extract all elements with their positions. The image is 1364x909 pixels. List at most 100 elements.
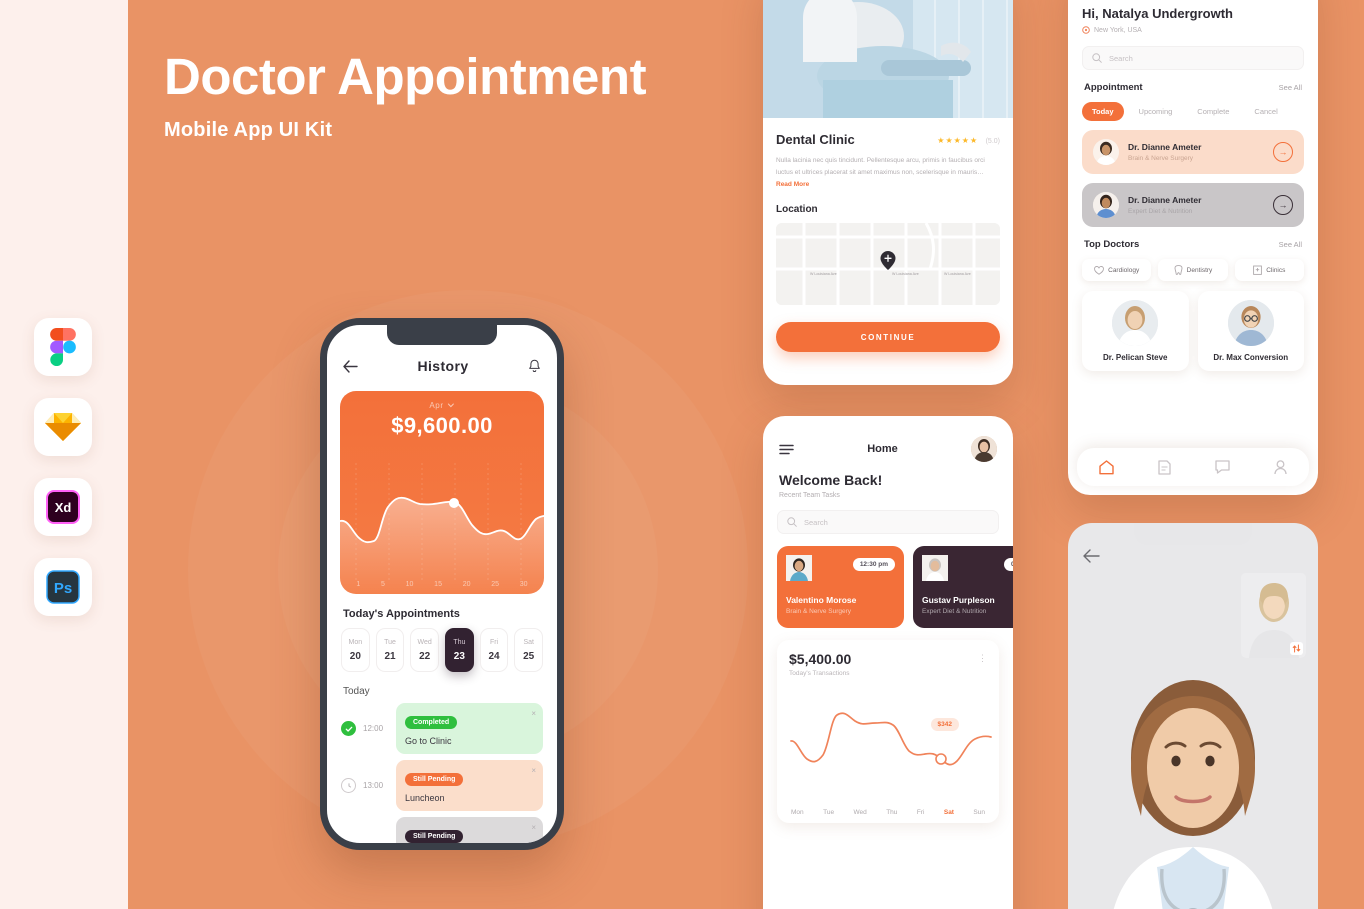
day-chip-tue[interactable]: Tue 21 [375,628,405,672]
task-icon-placeholder [341,833,356,844]
doctor-video-feed [1113,680,1273,909]
day-number: 25 [523,650,535,662]
category-label: Cardiology [1108,266,1140,274]
picture-in-picture-self-view[interactable] [1241,573,1306,658]
doctor-specialty: Expert Diet & Nutrition [922,608,987,615]
see-all-link[interactable]: See All [1279,83,1302,92]
x-tick: 5 [381,581,385,588]
day-chip-thu-selected[interactable]: Thu 23 [445,628,474,672]
clinic-description: Nulla lacinia nec quis tincidunt. Pellen… [776,155,1000,191]
tasks-title: Home [867,443,898,455]
back-arrow-icon[interactable] [343,359,358,373]
task-card-completed[interactable]: Completed Go to Clinic × [396,703,543,754]
location-text: New York, USA [1094,27,1142,34]
welcome-subtext: Recent Team Tasks [779,492,840,499]
task-card-muted[interactable]: Still Pending × [396,817,543,843]
continue-button[interactable]: CONTINUE [776,322,1000,353]
location-label: Location [776,204,818,216]
more-options-icon[interactable]: ⋮ [978,653,987,664]
top-doctors-section-header: Top Doctors See All [1068,239,1318,250]
category-chips: Cardiology Dentistry Clinics [1068,250,1318,281]
doctor-name: Dr. Dianne Ameter [1128,142,1202,152]
category-chip-dentistry[interactable]: Dentistry [1158,259,1228,281]
transactions-label: Today's Transactions [789,670,850,677]
search-input[interactable]: Search [777,510,999,534]
user-avatar[interactable] [971,436,997,462]
category-chip-cardiology[interactable]: Cardiology [1082,259,1152,281]
search-icon [1092,53,1102,63]
day-chip-mon[interactable]: Mon 20 [341,628,370,672]
phone-notch [1134,523,1252,545]
svg-text:Ps: Ps [54,580,72,597]
task-status-badge: Still Pending [405,773,464,786]
day-chip-sat[interactable]: Sat 25 [514,628,544,672]
top-doctor-card[interactable]: Dr. Max Conversion [1197,291,1304,371]
doctor-name: Valentino Morose [786,595,857,605]
day-name: Tue [384,638,396,646]
phone-notch [387,325,497,345]
doctor-specialty: Brain & Nerve Surgery [1128,155,1194,162]
tasks-header: Home [763,428,1013,470]
location-map[interactable]: W Louisiana Ave W Louisiana Ave W Louisi… [776,223,1000,306]
close-icon[interactable]: × [531,766,536,775]
bell-icon[interactable] [528,359,541,373]
figma-tool-card[interactable] [34,318,92,376]
photoshop-icon: Ps [46,570,80,604]
rating-block: ★★★★★ (5.0) [937,130,1000,148]
top-doctor-card[interactable]: Dr. Pelican Steve [1082,291,1189,371]
category-chip-clinics[interactable]: Clinics [1234,259,1304,281]
search-placeholder: Search [1109,53,1133,63]
profile-icon[interactable] [1274,459,1287,475]
top-doctors-list: Dr. Pelican Steve Dr. Max Conversion [1068,281,1318,371]
tab-cancel[interactable]: Cancel [1244,102,1287,121]
chat-icon[interactable] [1215,460,1230,474]
adobe-xd-tool-card[interactable]: Xd [34,478,92,536]
tooth-icon [1174,265,1183,275]
arrow-right-icon[interactable]: → [1273,142,1293,162]
transactions-card[interactable]: $5,400.00 Today's Transactions ⋮ $342 Mo… [777,640,999,823]
day-chip-wed[interactable]: Wed 22 [410,628,440,672]
x-tick: 15 [434,581,442,588]
history-chart-card[interactable]: Apr $9,600.00 1 5 10 15 20 25 30 [340,391,544,594]
sketch-icon [45,411,81,443]
tab-upcoming[interactable]: Upcoming [1129,102,1183,121]
day-chip-fri[interactable]: Fri 24 [479,628,509,672]
swap-camera-icon[interactable] [1290,642,1303,655]
task-row: 12:00 Completed Go to Clinic × [327,697,557,754]
arrow-right-icon[interactable]: → [1273,195,1293,215]
page-title: Doctor Appointment [164,48,647,105]
tab-today[interactable]: Today [1082,102,1124,121]
appointment-card[interactable]: Dr. Dianne Ameter Brain & Nerve Surgery … [1082,130,1304,174]
search-input[interactable]: Search [1082,46,1304,70]
appointment-card[interactable]: Dr. Dianne Ameter Expert Diet & Nutritio… [1082,183,1304,227]
home-icon[interactable] [1099,459,1114,475]
hamburger-menu-icon[interactable] [779,444,794,455]
see-all-link[interactable]: See All [1279,240,1302,249]
tool-icon-list: Xd Ps [34,318,92,616]
day-selector: Mon 20 Tue 21 Wed 22 Thu 23 Fri 24 Sat 2… [327,620,557,672]
sketch-tool-card[interactable] [34,398,92,456]
close-icon[interactable]: × [531,709,536,718]
adobe-xd-icon: Xd [46,490,80,524]
day-number: 23 [453,650,465,662]
map-pin-icon [1082,26,1090,35]
task-card-pending[interactable]: Still Pending Luncheon × [396,760,543,811]
appointment-info: Dr. Dianne Ameter Expert Diet & Nutritio… [1128,195,1201,215]
doctor-avatar [1093,192,1119,218]
svg-text:W Louisiana Ave: W Louisiana Ave [810,272,837,276]
close-icon[interactable]: × [531,823,536,832]
tab-complete[interactable]: Complete [1187,102,1239,121]
history-title: History [417,358,469,374]
doctor-task-card[interactable]: 12:30 pm Valentino Morose Brain & Nerve … [777,546,904,628]
home-screen: Home Hi, Natalya Undergrowth New York, U… [1068,0,1318,495]
photoshop-tool-card[interactable]: Ps [34,558,92,616]
document-icon[interactable] [1158,459,1171,475]
read-more-link[interactable]: Read More [776,181,809,188]
back-arrow-icon[interactable] [1083,549,1100,563]
svg-text:W Louisiana Ave: W Louisiana Ave [944,272,971,276]
chart-tooltip: $342 [930,718,959,731]
x-tick: 20 [462,581,471,588]
doctor-task-card[interactable]: 03:2 Gustav Purpleson Expert Diet & Nutr… [913,546,1013,628]
transactions-amount: $5,400.00 [789,651,852,667]
map-pin-icon [880,250,896,270]
